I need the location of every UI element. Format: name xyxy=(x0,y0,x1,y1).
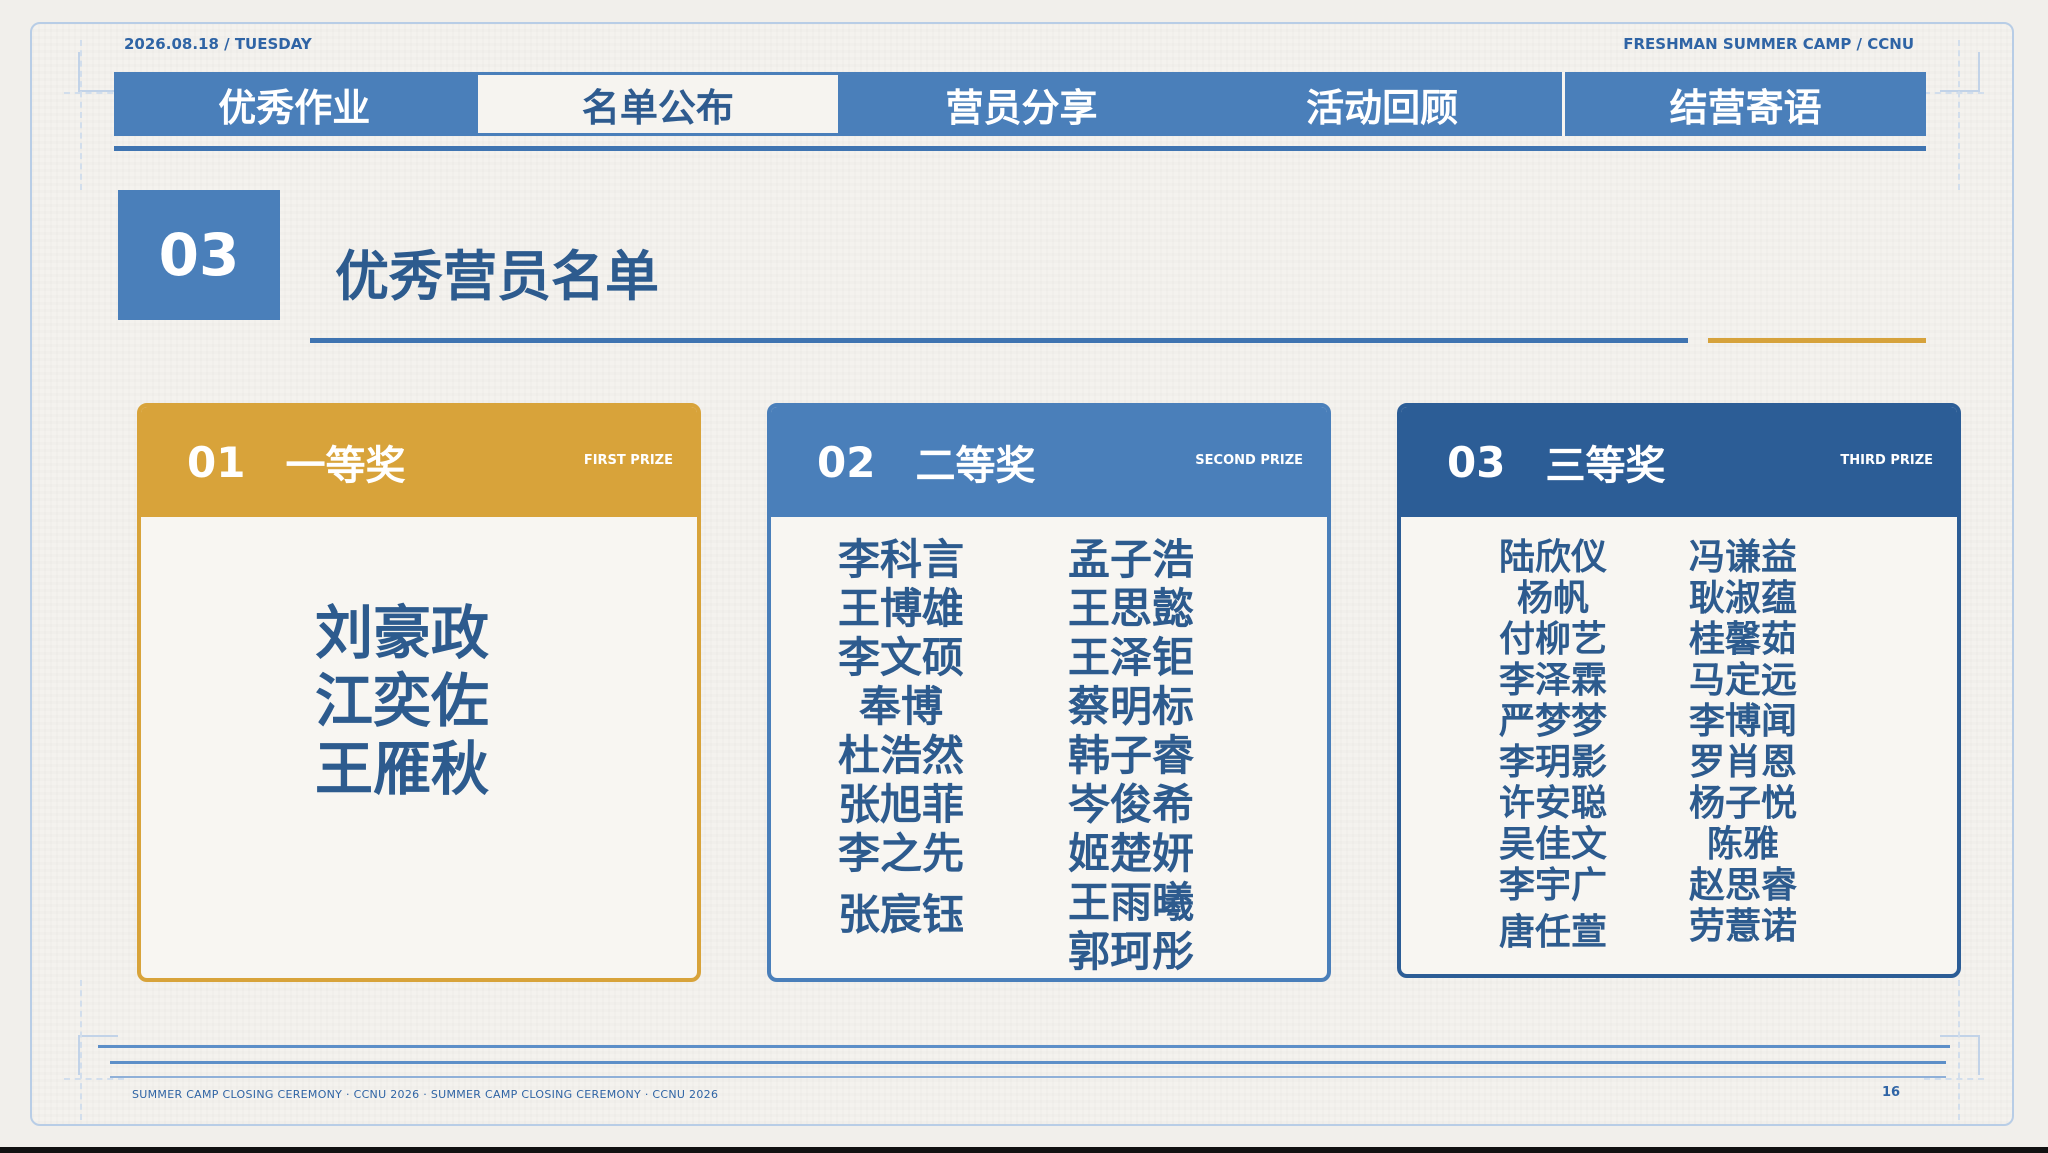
first-prize-card: 01 一等奖 FIRST PRIZE 刘豪政 江奕佐 王雁秋 xyxy=(137,403,701,982)
list-item: 蔡明标 xyxy=(1067,682,1194,731)
list-item: 王思懿 xyxy=(1067,584,1194,633)
list-item: 王雁秋 xyxy=(314,735,489,803)
list-item: 许安聪 xyxy=(1498,783,1607,824)
list-item: 耿淑蕴 xyxy=(1688,578,1797,619)
list-item: 姬楚妍 xyxy=(1067,829,1194,878)
guide-line xyxy=(80,40,82,190)
list-item: 王雨曦 xyxy=(1067,878,1194,927)
card-number: 03 xyxy=(1447,437,1506,487)
second-prize-names-left: 李科言 王博雄 李文硕 奉博 杜浩然 张旭菲 李之先 张宸钰 xyxy=(831,535,971,939)
card-subtitle-en: THIRD PRIZE xyxy=(1840,453,1933,468)
header-date: 2026.08.18 / TUESDAY xyxy=(124,35,312,53)
second-prize-names-right: 孟子浩 王思懿 王泽钜 蔡明标 韩子睿 岑俊希 姬楚妍 王雨曦 郭珂彤 xyxy=(1061,535,1201,976)
list-item: 李宇广 xyxy=(1498,865,1607,906)
list-item: 付柳艺 xyxy=(1498,619,1607,660)
bottom-edge-bar xyxy=(0,1147,2048,1153)
list-item: 李玥影 xyxy=(1498,742,1607,783)
tab-list-announcement[interactable]: 名单公布 xyxy=(477,75,839,133)
list-item: 陆欣仪 xyxy=(1498,537,1607,578)
list-item: 李之先 xyxy=(837,829,964,878)
guide-line xyxy=(80,980,82,1120)
page-number: 16 xyxy=(1882,1085,1901,1100)
card-number: 01 xyxy=(187,437,246,487)
list-item: 孟子浩 xyxy=(1067,535,1194,584)
card-number: 02 xyxy=(817,437,876,487)
list-item: 岑俊希 xyxy=(1067,780,1194,829)
first-prize-names: 刘豪政 江奕佐 王雁秋 xyxy=(141,599,697,803)
crop-mark-bottom-left xyxy=(78,1035,118,1075)
card-subtitle-en: SECOND PRIZE xyxy=(1195,453,1303,468)
second-prize-header: 02 二等奖 SECOND PRIZE xyxy=(771,407,1327,517)
nav-bar: 优秀作业 名单公布 营员分享 活动回顾 结营寄语 xyxy=(114,72,1926,136)
list-item: 冯谦益 xyxy=(1688,537,1797,578)
footer-rule xyxy=(110,1061,1946,1064)
list-item: 严梦梦 xyxy=(1498,701,1607,742)
list-item: 赵思睿 xyxy=(1688,865,1797,906)
list-item: 杨帆 xyxy=(1516,578,1589,619)
list-item: 奉博 xyxy=(858,682,943,731)
third-prize-names-left: 陆欣仪 杨帆 付柳艺 李泽霖 严梦梦 李玥影 许安聪 吴佳文 李宇广 唐任萱 xyxy=(1493,537,1613,953)
tab-closing-message[interactable]: 结营寄语 xyxy=(1562,72,1926,136)
list-item: 王博雄 xyxy=(837,584,964,633)
title-divider-blue xyxy=(310,338,1688,343)
card-title: 二等奖 xyxy=(915,443,1036,489)
title-divider-gold xyxy=(1708,338,1926,343)
third-prize-names-right: 冯谦益 耿淑蕴 桂馨茹 马定远 李博闻 罗肖恩 杨子悦 陈雅 赵思睿 劳薏诺 xyxy=(1683,537,1803,947)
third-prize-header: 03 三等奖 THIRD PRIZE xyxy=(1401,407,1957,517)
list-item: 韩子睿 xyxy=(1067,731,1194,780)
tab-camper-sharing[interactable]: 营员分享 xyxy=(841,72,1202,136)
list-item: 马定远 xyxy=(1688,660,1797,701)
list-item: 江奕佐 xyxy=(314,667,489,735)
list-item: 刘豪政 xyxy=(314,599,489,667)
nav-underline xyxy=(114,146,1926,151)
list-item: 李文硕 xyxy=(837,633,964,682)
tab-excellent-homework[interactable]: 优秀作业 xyxy=(114,72,475,136)
crop-mark-top-left xyxy=(78,52,118,92)
section-number: 03 xyxy=(118,190,280,320)
footer-rule xyxy=(98,1045,1950,1048)
crop-mark-bottom-right xyxy=(1940,1035,1980,1075)
guide-line xyxy=(1924,92,1984,94)
section-title: 优秀营员名单 xyxy=(335,245,659,308)
list-item: 桂馨茹 xyxy=(1688,619,1797,660)
list-item: 罗肖恩 xyxy=(1688,742,1797,783)
guide-line xyxy=(1924,1078,1984,1080)
footer-text: SUMMER CAMP CLOSING CEREMONY · CCNU 2026… xyxy=(132,1088,719,1101)
list-item: 唐任萱 xyxy=(1498,912,1607,953)
list-item: 吴佳文 xyxy=(1498,824,1607,865)
list-item: 陈雅 xyxy=(1706,824,1779,865)
header-brand: FRESHMAN SUMMER CAMP / CCNU xyxy=(1623,35,1914,53)
list-item: 王泽钜 xyxy=(1067,633,1194,682)
footer-rule xyxy=(110,1076,1946,1078)
tab-activity-review[interactable]: 活动回顾 xyxy=(1202,72,1563,136)
crop-mark-top-right xyxy=(1940,52,1980,92)
list-item: 杜浩然 xyxy=(837,731,964,780)
card-title: 三等奖 xyxy=(1545,443,1666,489)
second-prize-card: 02 二等奖 SECOND PRIZE 李科言 王博雄 李文硕 奉博 杜浩然 张… xyxy=(767,403,1331,982)
guide-line xyxy=(1958,40,1960,190)
third-prize-card: 03 三等奖 THIRD PRIZE 陆欣仪 杨帆 付柳艺 李泽霖 严梦梦 李玥… xyxy=(1397,403,1961,978)
first-prize-header: 01 一等奖 FIRST PRIZE xyxy=(141,407,697,517)
list-item: 李博闻 xyxy=(1688,701,1797,742)
card-subtitle-en: FIRST PRIZE xyxy=(583,453,673,468)
list-item: 李泽霖 xyxy=(1498,660,1607,701)
list-item: 郭珂彤 xyxy=(1067,927,1194,976)
list-item: 张宸钰 xyxy=(837,890,964,939)
list-item: 杨子悦 xyxy=(1688,783,1797,824)
list-item: 张旭菲 xyxy=(837,780,964,829)
card-title: 一等奖 xyxy=(285,443,406,489)
list-item: 劳薏诺 xyxy=(1688,906,1797,947)
guide-line xyxy=(64,1078,124,1080)
list-item: 李科言 xyxy=(837,535,964,584)
guide-line xyxy=(1958,980,1960,1120)
